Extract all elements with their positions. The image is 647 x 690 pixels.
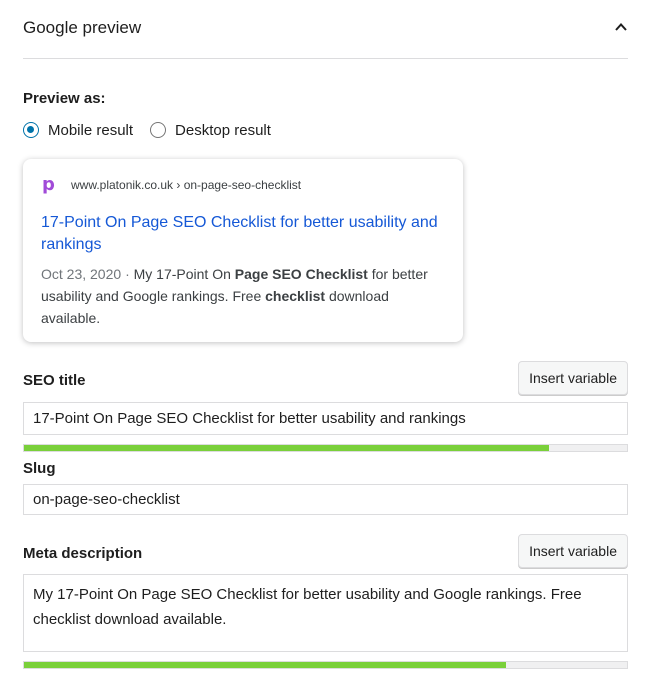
meta-description-insert-variable-button[interactable]: Insert variable: [518, 534, 628, 568]
snippet-part-bold: Page SEO Checklist: [234, 266, 368, 282]
meta-description-label: Meta description: [23, 545, 143, 562]
seo-title-progress-fill: [24, 445, 549, 451]
seo-title-label: SEO title: [23, 372, 86, 389]
serp-separator: ·: [125, 266, 130, 282]
preview-mode-radio-group: Mobile result Desktop result: [23, 120, 288, 140]
slug-label: Slug: [23, 460, 56, 477]
snippet-part: My 17-Point On: [133, 266, 235, 282]
site-favicon-icon: p: [42, 174, 55, 195]
desktop-result-radio[interactable]: Desktop result: [150, 122, 271, 139]
desktop-radio-button[interactable]: [150, 122, 167, 138]
seo-title-progress-bar: [23, 444, 628, 452]
meta-description-progress-fill: [24, 662, 507, 668]
desktop-result-label: Desktop result: [175, 121, 271, 139]
mobile-result-radio[interactable]: Mobile result: [23, 122, 133, 139]
panel-title: Google preview: [23, 18, 142, 37]
seo-title-input[interactable]: 17-Point On Page SEO Checklist for bette…: [23, 402, 628, 435]
slug-input[interactable]: on-page-seo-checklist: [23, 484, 628, 515]
mobile-result-label: Mobile result: [48, 121, 134, 139]
meta-description-progress-bar: [23, 661, 628, 669]
serp-preview-card: p www.platonik.co.uk › on-page-seo-check…: [23, 159, 463, 342]
serp-snippet: Oct 23, 2020 · My 17-Point On Page SEO C…: [41, 263, 446, 329]
meta-description-textarea[interactable]: My 17-Point On Page SEO Checklist for be…: [23, 574, 628, 652]
preview-as-label: Preview as:: [23, 90, 106, 107]
mobile-radio-button[interactable]: [23, 122, 39, 138]
serp-url: www.platonik.co.uk › on-page-seo-checkli…: [71, 178, 302, 192]
seo-title-insert-variable-button[interactable]: Insert variable: [518, 361, 628, 395]
serp-title[interactable]: 17-Point On Page SEO Checklist for bette…: [41, 212, 451, 256]
serp-date: Oct 23, 2020: [41, 266, 122, 282]
chevron-up-icon[interactable]: [614, 20, 628, 34]
snippet-part-bold: checklist: [265, 288, 326, 304]
google-preview-panel-header[interactable]: Google preview: [23, 0, 628, 59]
